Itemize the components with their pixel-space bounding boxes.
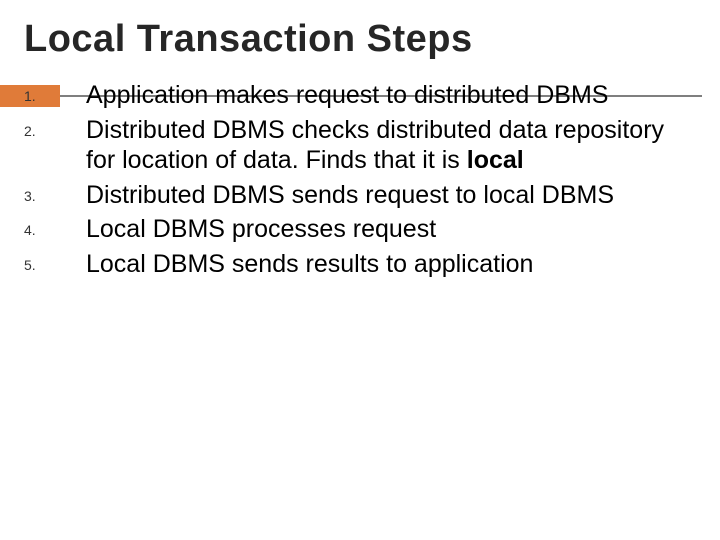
page-title: Local Transaction Steps [24,18,696,62]
item-number: 3. [24,180,86,204]
list-item: 4. Local DBMS processes request [24,214,692,245]
item-number: 5. [24,249,86,273]
list-item: 2. Distributed DBMS checks distributed d… [24,115,692,176]
item-text: Distributed DBMS checks distributed data… [86,115,692,176]
list-item: 5. Local DBMS sends results to applicati… [24,249,692,280]
item-text: Local DBMS sends results to application [86,249,533,280]
ordered-list: 1. Application makes request to distribu… [24,80,692,279]
list-item: 3. Distributed DBMS sends request to loc… [24,180,692,211]
list-item: 1. Application makes request to distribu… [24,80,692,111]
item-text: Distributed DBMS sends request to local … [86,180,614,211]
content-area: 1. Application makes request to distribu… [24,80,692,283]
slide: Local Transaction Steps 1. Application m… [0,0,720,540]
item-text-pre: Distributed DBMS checks distributed data… [86,116,664,175]
item-text: Application makes request to distributed… [86,80,608,111]
item-number: 2. [24,115,86,139]
item-text: Local DBMS processes request [86,214,436,245]
item-text-bold: local [467,146,524,174]
item-number: 1. [24,80,86,104]
item-number: 4. [24,214,86,238]
